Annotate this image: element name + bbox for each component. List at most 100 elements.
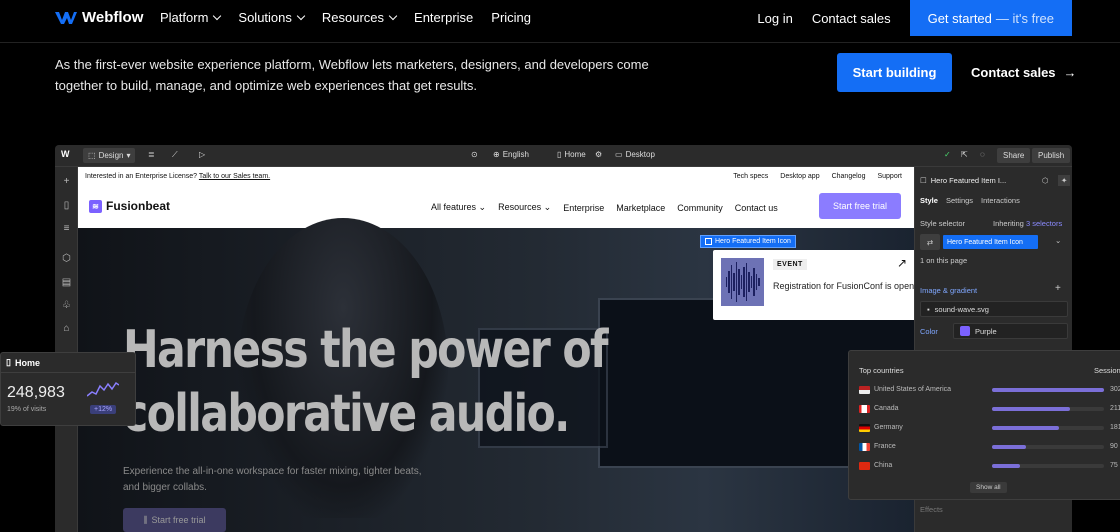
sessions-bar	[992, 407, 1104, 411]
visits-value: 248,983	[7, 384, 65, 401]
utility-links: Tech specs Desktop app Changelog Support	[733, 173, 902, 180]
nav-resources-label: Resources	[321, 10, 385, 25]
nav-solutions[interactable]: Solutions	[238, 10, 306, 25]
nav-platform[interactable]: Platform	[160, 10, 222, 25]
enterprise-text: Interested in an Enterprise License?	[85, 173, 198, 180]
us-flag-icon	[859, 386, 870, 394]
sales-team-link[interactable]: Talk to our Sales team.	[199, 173, 270, 180]
site-nav-marketplace[interactable]: Marketplace	[616, 203, 665, 213]
tab-settings[interactable]: Settings	[946, 196, 973, 205]
element-header: ☐ Hero Featured Item I... ⬡ ✦	[920, 175, 1071, 186]
nav-resources[interactable]: Resources	[321, 10, 398, 25]
sessions-bar	[992, 388, 1104, 392]
sessions-bar-fill	[992, 388, 1104, 392]
china-flag-icon	[859, 462, 870, 470]
play-icon[interactable]: ▷	[199, 150, 205, 159]
tab-style[interactable]: Style	[920, 196, 938, 205]
assets-icon[interactable]: ⌂	[61, 323, 72, 334]
site-nav-community[interactable]: Community	[677, 203, 723, 213]
top-nav: Webflow Platform Solutions Resources Ent…	[0, 0, 1120, 43]
show-all-button[interactable]: Show all	[970, 482, 1007, 493]
enterprise-bar: Interested in an Enterprise License? Tal…	[78, 167, 914, 186]
home-analytics-card: ▯ Home 248,983 19% of visits +12%	[0, 352, 136, 426]
inheriting-count[interactable]: 3 selectors	[1026, 219, 1062, 228]
country-row: United States of America 302	[859, 386, 1120, 396]
add-icon[interactable]: +	[61, 176, 72, 187]
comment-icon[interactable]: ◌	[980, 150, 985, 159]
chevron-down-icon	[388, 11, 398, 20]
design-mode-label: Design	[98, 151, 124, 160]
color-label: Color	[920, 327, 938, 336]
variables-icon[interactable]: ♧	[61, 300, 72, 311]
changelog-link[interactable]: Changelog	[832, 173, 866, 180]
page-label: Home	[564, 150, 586, 159]
site-hero-trial-button[interactable]: ⫼ Start free trial	[123, 508, 226, 532]
sparkle-icon[interactable]: ✦	[1058, 175, 1071, 186]
country-name: United States of America	[874, 386, 952, 393]
chevron-down-icon[interactable]: ⌄	[1055, 236, 1061, 245]
publish-button[interactable]: Publish	[1032, 148, 1071, 163]
delta-badge: +12%	[90, 405, 117, 414]
locale-label: English	[502, 150, 529, 159]
site-nav-contact[interactable]: Contact us	[735, 203, 778, 213]
focus-icon[interactable]: ⊙	[471, 150, 478, 159]
chart-icon[interactable]: ⟋	[172, 150, 178, 160]
selector-pill[interactable]: Hero Featured Item Icon	[943, 235, 1038, 249]
locale-selector[interactable]: ⊕ English	[493, 150, 529, 159]
breakpoint-selector[interactable]: ▭ Desktop	[615, 150, 655, 159]
nav-solutions-label: Solutions	[238, 10, 292, 25]
inheriting-info: Inheriting 3 selectors	[993, 219, 1062, 228]
arrow-up-right-icon: ↗	[896, 256, 907, 270]
image-file-field[interactable]: ▪ sound-wave.svg	[920, 301, 1068, 317]
arrow-right-icon: →	[1063, 65, 1077, 80]
export-icon[interactable]: ⇱	[961, 150, 968, 159]
color-field[interactable]: Purple	[953, 323, 1068, 339]
support-link[interactable]: Support	[877, 173, 902, 180]
pages-icon[interactable]: ▯	[61, 200, 72, 211]
component-icon[interactable]: ⬡	[1042, 176, 1049, 185]
hero-contact-sales-link[interactable]: Contact sales →	[971, 53, 1077, 92]
featured-item-card[interactable]: EVENT Registration for FusionConf is ope…	[713, 250, 914, 320]
fusionbeat-brand: Fusionbeat	[106, 199, 171, 213]
nav-contact-sales[interactable]: Contact sales	[812, 11, 891, 26]
login-link[interactable]: Log in	[757, 11, 792, 26]
start-building-button[interactable]: Start building	[837, 53, 952, 92]
tab-interactions[interactable]: Interactions	[981, 196, 1020, 205]
database-icon[interactable]: ≣	[148, 150, 155, 159]
get-started-button[interactable]: Get started — it's free	[909, 0, 1072, 36]
add-icon[interactable]: +	[1055, 283, 1061, 294]
on-page-count: 1 on this page	[920, 256, 968, 265]
site-subheadline: Experience the all-in-one workspace for …	[123, 466, 422, 493]
waveform-icon: ⫼	[143, 514, 148, 525]
featured-text: Registration for FusionConf is open	[773, 281, 914, 291]
share-button[interactable]: Share	[997, 148, 1031, 163]
headline-line-1: Harness the power of	[123, 320, 609, 380]
nav-pricing[interactable]: Pricing	[491, 10, 531, 25]
get-started-suffix: — it's free	[995, 10, 1054, 26]
cms-icon[interactable]: ▤	[61, 277, 72, 288]
fusionbeat-logo[interactable]: ≋ Fusionbeat	[89, 199, 170, 213]
webflow-mini-logo-icon[interactable]: W	[61, 149, 70, 159]
desktop-app-link[interactable]: Desktop app	[780, 173, 819, 180]
color-value: Purple	[975, 326, 997, 336]
site-trial-button[interactable]: Start free trial	[819, 193, 901, 219]
sessions-value: 302	[1110, 386, 1120, 393]
page-selector[interactable]: ▯ Home	[557, 150, 586, 159]
nav-enterprise[interactable]: Enterprise	[414, 10, 473, 25]
tech-specs-link[interactable]: Tech specs	[733, 173, 768, 180]
selector-icon[interactable]: ⇄	[920, 234, 940, 250]
components-icon[interactable]: ⬡	[61, 253, 72, 264]
site-nav-enterprise[interactable]: Enterprise	[563, 203, 604, 213]
effects-label: Effects	[920, 505, 943, 514]
navigator-icon[interactable]: ≡	[61, 223, 72, 234]
selected-element-label: Hero Featured Item Icon	[700, 235, 796, 248]
site-nav-all-features[interactable]: All features ⌄	[431, 202, 486, 213]
settings-icon[interactable]: ⚙	[595, 150, 602, 159]
site-headline: Harness the power of collaborative audio…	[123, 318, 609, 446]
webflow-logo[interactable]: Webflow	[55, 9, 143, 26]
chevron-down-icon: ⌄	[478, 202, 487, 212]
chevron-down-icon	[296, 11, 306, 20]
site-nav-resources[interactable]: Resources ⌄	[498, 202, 551, 213]
all-features-label: All features	[431, 202, 477, 212]
design-mode-toggle[interactable]: ⬚ Design ▾	[83, 148, 136, 163]
